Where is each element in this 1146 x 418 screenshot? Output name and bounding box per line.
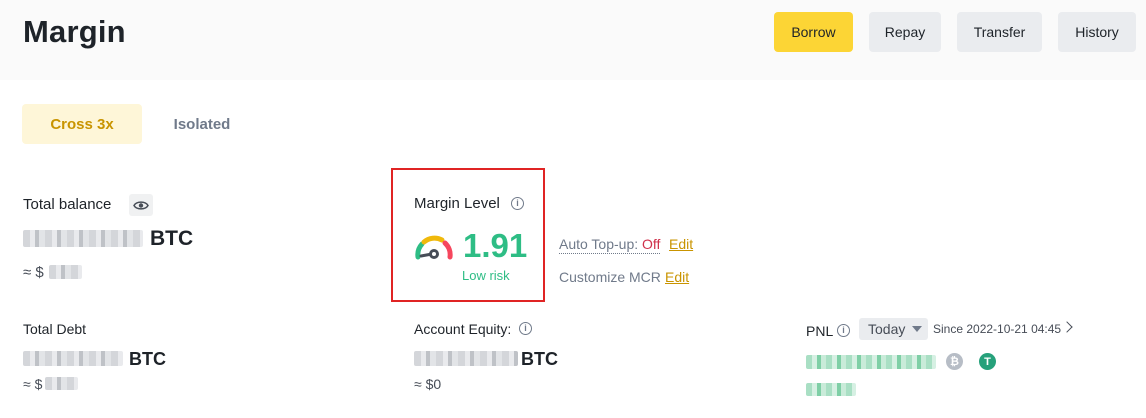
tab-isolated[interactable]: Isolated <box>158 104 246 144</box>
bitcoin-icon: ₿ <box>946 353 963 370</box>
balance-usd-blurred <box>49 265 82 279</box>
balance-unit: BTC <box>150 227 194 250</box>
total-balance-label: Total balance <box>23 196 112 213</box>
pnl-percent-blurred <box>806 383 856 396</box>
tab-cross[interactable]: Cross 3x <box>22 104 142 144</box>
equity-approx: ≈ $0 <box>414 376 442 392</box>
pnl-period-select[interactable]: Today <box>859 318 928 340</box>
account-equity-label: Account Equity: <box>414 321 512 337</box>
equity-info-icon[interactable]: i <box>519 322 532 335</box>
debt-unit: BTC <box>129 349 166 369</box>
risk-label: Low risk <box>462 268 510 283</box>
balance-value-blurred <box>23 230 143 247</box>
tether-icon: T <box>979 353 996 370</box>
debt-approx: ≈ $ <box>23 376 43 392</box>
pnl-period-value: Today <box>868 321 906 337</box>
auto-topup-state: Off <box>642 236 661 252</box>
auto-topup-label: Auto Top-up: <box>559 236 639 252</box>
edit-mcr-link[interactable]: Edit <box>665 269 689 285</box>
info-icon[interactable]: i <box>511 197 524 210</box>
margin-level-label: Margin Level <box>414 195 500 212</box>
gauge-icon <box>415 235 453 260</box>
transfer-button[interactable]: Transfer <box>957 12 1042 52</box>
equity-unit: BTC <box>521 349 558 369</box>
page-title: Margin <box>23 14 126 49</box>
balance-approx: ≈ $ <box>23 264 44 281</box>
total-debt-label: Total Debt <box>23 321 87 337</box>
caret-down-icon <box>912 326 923 332</box>
pnl-value-blurred <box>806 355 936 369</box>
history-button[interactable]: History <box>1058 12 1136 52</box>
pnl-since: Since 2022-10-21 04:45 <box>933 322 1062 336</box>
toggle-visibility-button[interactable] <box>129 194 153 216</box>
debt-usd-blurred <box>45 377 78 390</box>
auto-topup: Auto Top-up: Off <box>559 236 661 254</box>
borrow-button[interactable]: Borrow <box>774 12 853 52</box>
edit-auto-topup-link[interactable]: Edit <box>669 236 693 252</box>
debt-value-blurred <box>23 351 123 366</box>
margin-level-value: 1.91 <box>463 227 528 264</box>
customize-mcr-label: Customize MCR <box>559 269 661 285</box>
chevron-right-icon[interactable] <box>1061 321 1073 333</box>
equity-value-blurred <box>414 351 518 366</box>
eye-icon <box>133 200 149 210</box>
pnl-info-icon[interactable]: i <box>837 324 850 337</box>
repay-button[interactable]: Repay <box>869 12 941 52</box>
page-header: Margin Borrow Repay Transfer History <box>0 0 1146 80</box>
pnl-label: PNL <box>806 323 834 339</box>
